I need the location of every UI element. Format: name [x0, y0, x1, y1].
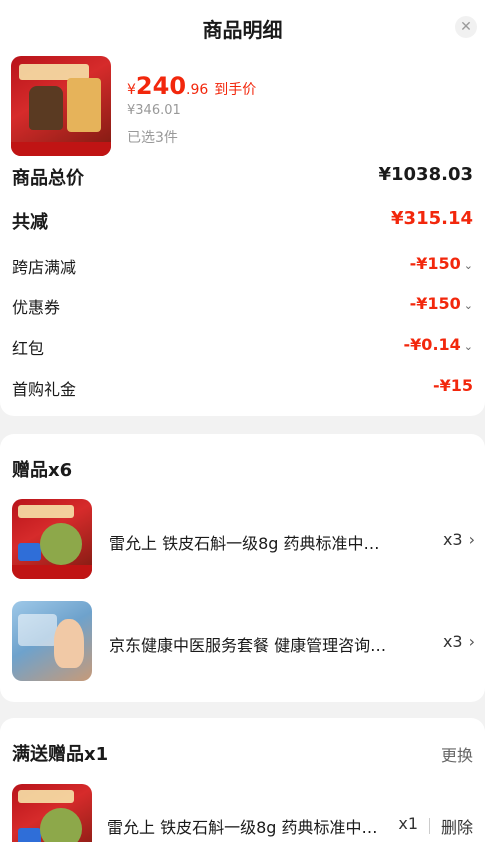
- product-header: 商品明细 ✕ ¥240.96 到手价 ¥346.01 已选3件: [0, 0, 485, 165]
- gift-image: [12, 601, 92, 681]
- total-price-row: 商品总价 ¥1038.03: [12, 164, 473, 189]
- product-image: [11, 56, 111, 156]
- divider: [429, 818, 430, 834]
- selected-count: 已选3件: [127, 130, 178, 146]
- gifts-title: 赠品x6: [12, 460, 73, 481]
- close-icon[interactable]: ✕: [455, 16, 477, 38]
- gift-image: [12, 499, 92, 579]
- gift-name: 京东健康中医服务套餐 健康管理咨询…: [109, 636, 387, 655]
- chevron-right-icon[interactable]: ›: [469, 632, 475, 651]
- reduce-row: 共减 ¥315.14: [12, 208, 473, 233]
- coupon-row[interactable]: 优惠券 -¥150 ⌄: [12, 294, 473, 322]
- chevron-down-icon[interactable]: ⌄: [464, 299, 473, 312]
- final-price: ¥240.96 到手价: [127, 72, 257, 100]
- gift-name: 雷允上 铁皮石斛一级8g 药典标准中…: [109, 534, 380, 553]
- page-title: 商品明细: [202, 18, 283, 42]
- gift-name: 雷允上 铁皮石斛一级8g 药典标准中…: [107, 818, 378, 837]
- delete-button[interactable]: 删除: [441, 814, 473, 838]
- cross-store-discount-row[interactable]: 跨店满减 -¥150 ⌄: [12, 254, 473, 282]
- full-gift-card: 满送赠品x1 更换 雷允上 铁皮石斛一级8g 药典标准中… x1 删除: [0, 718, 485, 842]
- gift-qty[interactable]: x3 ›: [443, 530, 475, 549]
- gift-qty: x1: [398, 814, 418, 833]
- chevron-down-icon[interactable]: ⌄: [464, 259, 473, 272]
- chevron-down-icon[interactable]: ⌄: [464, 340, 473, 353]
- gift-qty[interactable]: x3 ›: [443, 632, 475, 651]
- red-packet-row[interactable]: 红包 -¥0.14 ⌄: [12, 335, 473, 363]
- original-price: ¥346.01: [127, 103, 181, 118]
- full-gift-title: 满送赠品x1: [12, 744, 109, 765]
- chevron-right-icon[interactable]: ›: [469, 530, 475, 549]
- swap-button[interactable]: 更换: [441, 742, 473, 766]
- gifts-card: 赠品x6 雷允上 铁皮石斛一级8g 药典标准中… x3 › 京东健康中医服务套餐 …: [0, 434, 485, 702]
- price-summary-card: 商品总价 ¥1038.03 共减 ¥315.14 跨店满减 -¥150 ⌄ 优惠券…: [0, 158, 485, 416]
- first-purchase-gift-row: 首购礼金 -¥15: [12, 376, 473, 399]
- gift-image: [12, 784, 92, 842]
